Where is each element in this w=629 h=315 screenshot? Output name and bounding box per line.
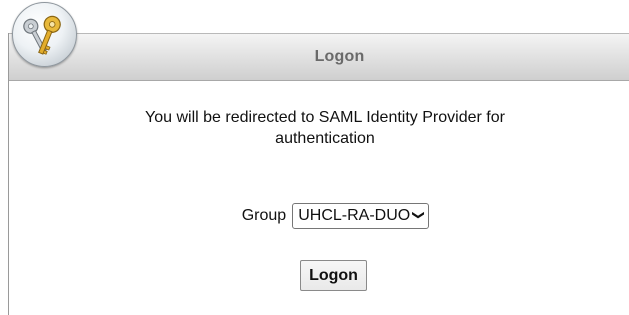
dialog-title: Logon [314, 48, 365, 65]
chevron-down-icon: ❯ [412, 209, 427, 221]
dialog-titlebar: Logon [9, 33, 629, 81]
keys-icon [12, 2, 77, 67]
redirect-message-line1: You will be redirected to SAML Identity … [145, 109, 505, 126]
logon-button[interactable]: Logon [300, 260, 367, 291]
logon-page: Logon You will be redirected to SAML Ide… [0, 0, 629, 315]
redirect-message: You will be redirected to SAML Identity … [40, 107, 610, 149]
group-row: Group UHCL-RA-DUO ❯ [0, 203, 629, 229]
button-row: Logon [0, 260, 629, 291]
group-select[interactable]: UHCL-RA-DUO ❯ [292, 203, 430, 229]
group-select-value: UHCL-RA-DUO [298, 207, 411, 224]
group-label: Group [241, 207, 287, 224]
redirect-message-line2: authentication [275, 130, 375, 147]
